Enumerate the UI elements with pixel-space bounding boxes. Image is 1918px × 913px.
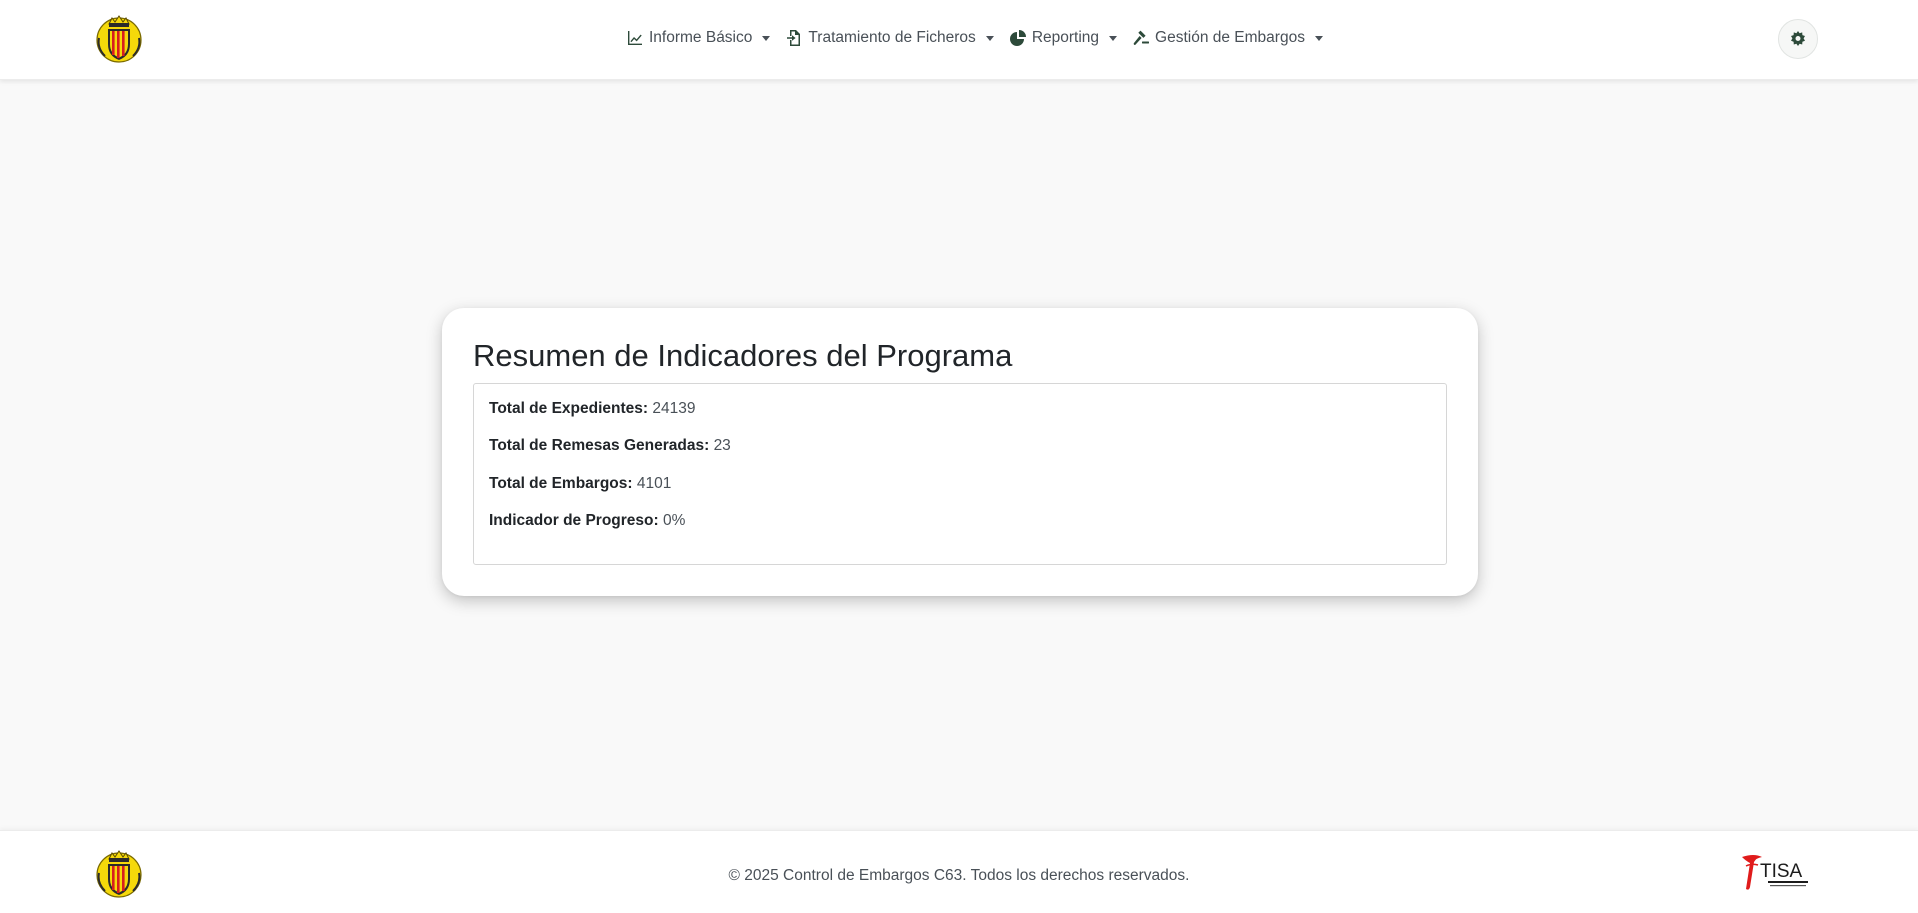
theme-toggle-button[interactable]	[1778, 19, 1818, 59]
main-nav: Informe Básico Tratamiento de Ficheros R…	[627, 26, 1323, 50]
stats-box: Total de Expedientes: 24139 Total de Rem…	[473, 383, 1447, 565]
stat-total-remesas: Total de Remesas Generadas: 23	[489, 437, 731, 455]
line-chart-icon	[628, 31, 642, 45]
stat-label: Indicador de Progreso:	[489, 512, 659, 529]
nav-label: Tratamiento de Ficheros	[808, 29, 976, 46]
file-import-icon	[787, 30, 801, 46]
top-navbar: Informe Básico Tratamiento de Ficheros R…	[0, 0, 1918, 80]
stat-label: Total de Remesas Generadas:	[489, 437, 710, 454]
stat-indicador-progreso: Indicador de Progreso: 0%	[489, 512, 685, 530]
partner-logo-text: TISA	[1760, 861, 1803, 882]
nav-tratamiento-ficheros[interactable]: Tratamiento de Ficheros	[786, 29, 994, 47]
nav-label: Informe Básico	[649, 29, 753, 46]
stat-total-embargos: Total de Embargos: 4101	[489, 475, 671, 493]
pie-chart-icon	[1009, 30, 1026, 46]
stat-value: 0%	[662, 512, 686, 529]
nav-gestion-embargos[interactable]: Gestión de Embargos	[1133, 29, 1323, 47]
coat-of-arms-icon	[96, 15, 142, 63]
nav-label: Gestión de Embargos	[1155, 29, 1305, 46]
brand-logo[interactable]	[95, 14, 143, 64]
stat-value: 4101	[636, 475, 672, 492]
nav-reporting[interactable]: Reporting	[1009, 29, 1118, 47]
gavel-icon	[1133, 30, 1150, 45]
tisa-logo-icon: TISA	[1742, 855, 1808, 890]
stat-value: 24139	[652, 400, 696, 417]
caret-down-icon	[985, 35, 994, 41]
stat-label: Total de Expedientes:	[489, 400, 649, 417]
partner-logo: TISA	[1740, 853, 1816, 895]
gear-icon	[1791, 31, 1805, 46]
stat-value: 23	[713, 437, 731, 454]
card-title: Resumen de Indicadores del Programa	[473, 338, 1013, 373]
caret-down-icon	[1314, 35, 1323, 41]
nav-informe-basico[interactable]: Informe Básico	[627, 29, 771, 47]
stat-label: Total de Embargos:	[489, 475, 633, 492]
nav-label: Reporting	[1031, 29, 1100, 46]
stat-total-expedientes: Total de Expedientes: 24139	[489, 400, 695, 418]
caret-down-icon	[762, 35, 771, 41]
indicators-card: Resumen de Indicadores del Programa Tota…	[442, 308, 1478, 596]
footer: © 2025 Control de Embargos C63. Todos lo…	[0, 830, 1918, 913]
copyright-text: © 2025 Control de Embargos C63. Todos lo…	[728, 867, 1190, 884]
caret-down-icon	[1109, 35, 1118, 41]
